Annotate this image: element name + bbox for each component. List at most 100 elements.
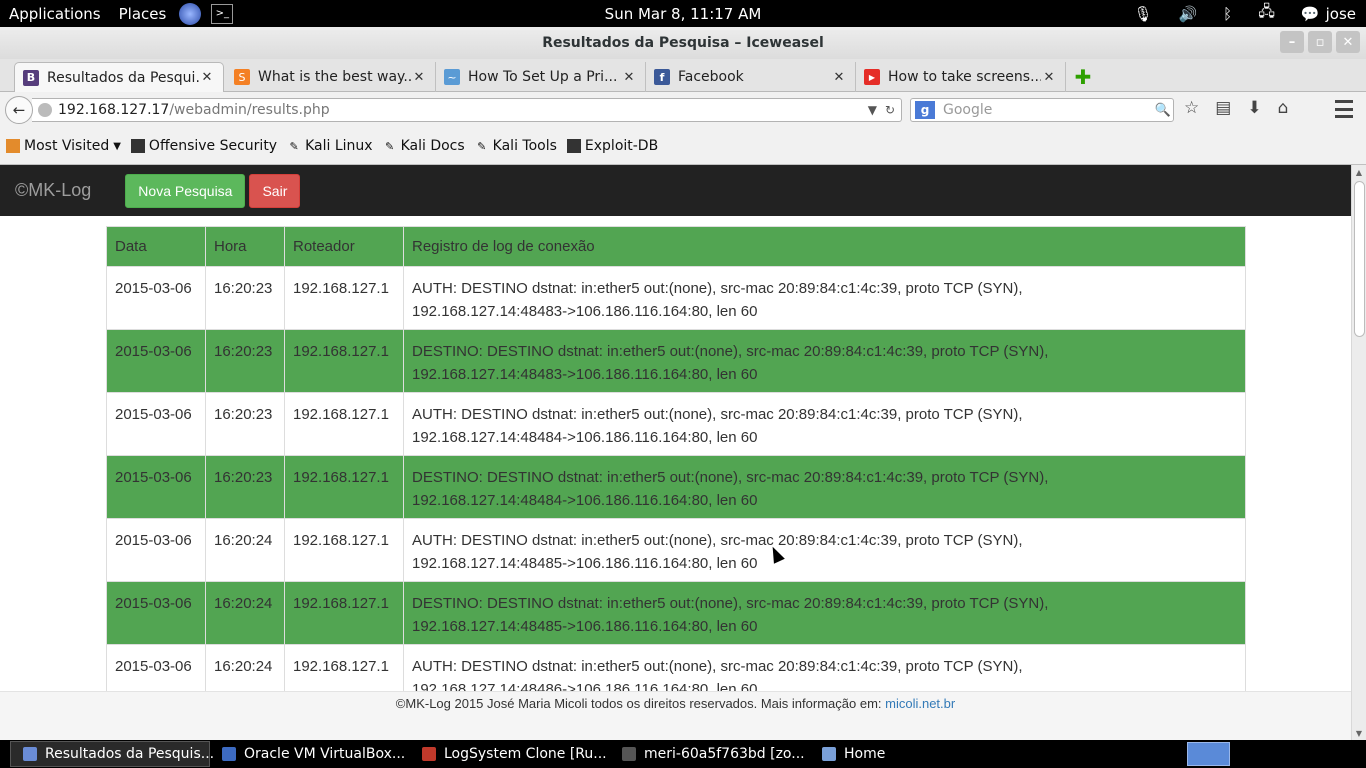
- scroll-up-arrow-icon[interactable]: ▲: [1352, 165, 1366, 179]
- new-tab-plus-icon[interactable]: ✚: [1071, 65, 1095, 89]
- cell-hora: 16:20:23: [205, 455, 285, 519]
- cell-log: AUTH: DESTINO dstnat: in:ether5 out:(non…: [403, 518, 1246, 582]
- search-magnifier-icon[interactable]: 🔍: [1153, 103, 1173, 118]
- user-menu[interactable]: 💬 jose: [1301, 5, 1356, 23]
- applications-menu[interactable]: Applications: [0, 5, 110, 23]
- log-line-1: AUTH: DESTINO dstnat: in:ether5 out:(non…: [412, 406, 1023, 423]
- kali-dragon-icon: ✎: [289, 139, 299, 153]
- url-path: /webadmin/results.php: [169, 102, 330, 118]
- tab-strip: B Resultados da Pesqui... ✕ S What is th…: [0, 59, 1366, 92]
- microphone-muted-icon[interactable]: 🎙: [1133, 5, 1152, 23]
- url-dropdown-chevron-icon[interactable]: ▼: [868, 103, 877, 117]
- table-row: 2015-03-06 16:20:23 192.168.127.1 DESTIN…: [106, 329, 1246, 393]
- stackoverflow-favicon-icon: S: [234, 69, 250, 85]
- cell-roteador: 192.168.127.1: [284, 581, 404, 645]
- bookmark-star-icon[interactable]: ☆: [1184, 98, 1199, 118]
- scroll-down-arrow-icon[interactable]: ▼: [1352, 726, 1366, 740]
- footer-link[interactable]: micoli.net.br: [885, 696, 955, 711]
- cell-roteador: 192.168.127.1: [284, 455, 404, 519]
- table-row: 2015-03-06 16:20:24 192.168.127.1 AUTH: …: [106, 518, 1246, 582]
- network-icon[interactable]: 🖧: [1258, 1, 1275, 26]
- table-row: 2015-03-06 16:20:24 192.168.127.1 DESTIN…: [106, 581, 1246, 645]
- terminal-launcher-icon[interactable]: >_: [211, 3, 234, 24]
- brand-logo[interactable]: ©MK-Log: [15, 180, 91, 201]
- taskbar-item-virtualbox[interactable]: Oracle VM VirtualBox...: [210, 741, 410, 767]
- kali-dragon-icon: ✎: [384, 139, 395, 153]
- search-bar[interactable]: g Google 🔍: [910, 98, 1174, 122]
- taskbar-item-meri[interactable]: meri-60a5f763bd [zo...: [610, 741, 810, 767]
- taskbar-label: Resultados da Pesquis...: [45, 746, 215, 762]
- chat-icon: 💬: [1300, 4, 1320, 23]
- cell-hora: 16:20:23: [205, 392, 285, 456]
- tab-label: What is the best way...: [258, 69, 411, 85]
- url-bar[interactable]: 192.168.127.17/webadmin/results.php ▼ ↻: [32, 98, 902, 122]
- folder-icon: [822, 747, 836, 761]
- cell-data: 2015-03-06: [106, 392, 206, 456]
- log-line-2: 192.168.127.14:48484->106.186.116.164:80…: [412, 429, 758, 446]
- home-icon[interactable]: ⌂: [1278, 98, 1289, 118]
- cell-data: 2015-03-06: [106, 266, 206, 330]
- taskbar-item-logsystem[interactable]: LogSystem Clone [Ru...: [410, 741, 610, 767]
- bookmark-label: Kali Docs: [400, 138, 465, 154]
- scrollbar-thumb[interactable]: [1354, 181, 1365, 337]
- cell-data: 2015-03-06: [106, 329, 206, 393]
- log-line-1: AUTH: DESTINO dstnat: in:ether5 out:(non…: [412, 532, 1023, 549]
- offensive-security-icon: [130, 139, 145, 153]
- column-header-data: Data: [106, 226, 206, 267]
- iceweasel-launcher-icon[interactable]: [179, 2, 202, 25]
- cell-roteador: 192.168.127.1: [284, 329, 404, 393]
- log-line-2: 192.168.127.14:48485->106.186.116.164:80…: [412, 555, 758, 572]
- close-tab-icon[interactable]: ✕: [621, 70, 637, 85]
- tab-facebook[interactable]: f Facebook ✕: [646, 62, 856, 92]
- iceweasel-icon: [23, 747, 37, 761]
- page-scrollbar[interactable]: ▲ ▼: [1351, 165, 1366, 740]
- tab-resultados[interactable]: B Resultados da Pesqui... ✕: [14, 62, 224, 92]
- log-line-2: 192.168.127.14:48485->106.186.116.164:80…: [412, 618, 758, 635]
- downloads-arrow-icon[interactable]: ⬇: [1247, 98, 1261, 118]
- bookmark-kali-linux[interactable]: ✎ Kali Linux: [287, 138, 373, 154]
- top-panel: Applications Places >_ Sun Mar 8, 11:17 …: [0, 0, 1366, 27]
- places-menu[interactable]: Places: [110, 5, 176, 23]
- minimize-button[interactable]: –: [1280, 31, 1304, 53]
- tab-how-to-take-screenshots[interactable]: ▶ How to take screens... ✕: [856, 62, 1066, 92]
- bookmark-offensive-security[interactable]: Offensive Security: [130, 138, 277, 154]
- bootstrap-favicon-icon: B: [23, 69, 39, 86]
- bookmark-label: Kali Tools: [492, 138, 557, 154]
- close-window-button[interactable]: ✕: [1336, 31, 1360, 53]
- reading-list-icon[interactable]: ▤: [1215, 98, 1231, 118]
- taskbar-item-iceweasel[interactable]: Resultados da Pesquis...: [10, 741, 214, 767]
- bookmark-most-visited[interactable]: Most Visited ▼: [6, 138, 121, 154]
- bookmark-label: Most Visited: [24, 138, 110, 154]
- window-title-bar[interactable]: Resultados da Pesquisa – Iceweasel – ▫ ✕: [0, 27, 1366, 59]
- youtube-favicon-icon: ▶: [864, 69, 880, 85]
- bookmark-kali-tools[interactable]: ✎ Kali Tools: [475, 138, 557, 154]
- volume-icon[interactable]: 🔊: [1178, 5, 1197, 23]
- close-tab-icon[interactable]: ✕: [411, 70, 427, 85]
- close-tab-icon[interactable]: ✕: [1041, 70, 1057, 85]
- most-visited-folder-icon: [6, 139, 20, 153]
- tab-how-to-set-up[interactable]: ~ How To Set Up a Pri... ✕: [436, 62, 646, 92]
- logout-button[interactable]: Sair: [249, 173, 301, 208]
- taskbar-label: Oracle VM VirtualBox...: [244, 746, 406, 762]
- taskbar-label: LogSystem Clone [Ru...: [444, 746, 607, 762]
- new-search-button[interactable]: Nova Pesquisa: [125, 173, 246, 208]
- cell-log: AUTH: DESTINO dstnat: in:ether5 out:(non…: [403, 266, 1246, 330]
- site-identity-globe-icon[interactable]: [38, 103, 52, 117]
- close-tab-icon[interactable]: ✕: [831, 70, 847, 85]
- back-arrow-icon[interactable]: ←: [5, 96, 33, 124]
- bookmark-kali-docs[interactable]: ✎ Kali Docs: [383, 138, 465, 154]
- bluetooth-icon[interactable]: ᛒ: [1223, 5, 1232, 23]
- bookmark-exploit-db[interactable]: Exploit-DB: [566, 138, 658, 154]
- maximize-button[interactable]: ▫: [1308, 31, 1332, 53]
- hamburger-menu-icon[interactable]: [1335, 100, 1353, 118]
- close-tab-icon[interactable]: ✕: [199, 70, 215, 85]
- cell-roteador: 192.168.127.1: [284, 266, 404, 330]
- tab-what-is-best-way[interactable]: S What is the best way... ✕: [226, 62, 436, 92]
- reload-icon[interactable]: ↻: [885, 103, 895, 117]
- workspace-switcher[interactable]: [1187, 742, 1230, 766]
- google-engine-icon[interactable]: g: [915, 101, 935, 119]
- search-input[interactable]: Google: [939, 102, 1153, 118]
- page-content: ©MK-Log Nova Pesquisa Sair Data Hora Rot…: [0, 165, 1351, 740]
- taskbar-item-home[interactable]: Home: [810, 741, 897, 767]
- column-header-roteador: Roteador: [284, 226, 404, 267]
